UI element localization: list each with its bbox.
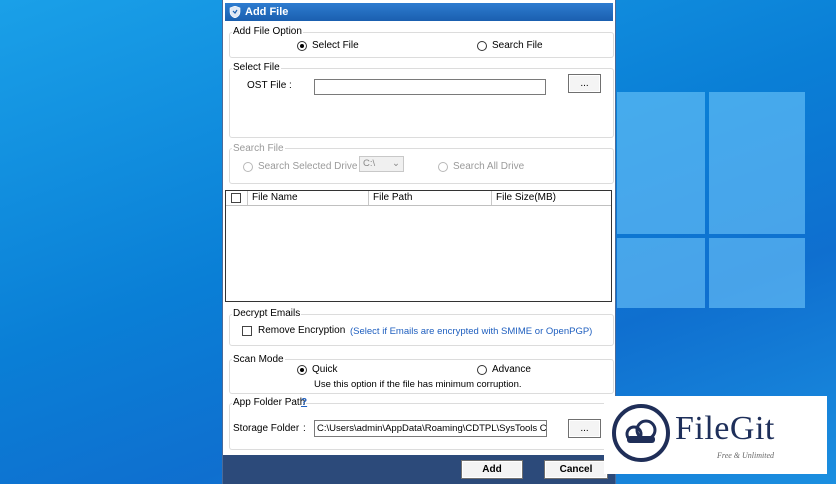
advance-scan-label: Advance: [492, 364, 531, 375]
decrypt-emails-label: Decrypt Emails: [232, 308, 302, 319]
decrypt-hint-text: (Select if Emails are encrypted with SMI…: [350, 326, 593, 337]
dialog-titlebar: Add File: [225, 3, 613, 21]
search-selected-drive-dot[interactable]: [243, 161, 253, 172]
select-file-radio-dot[interactable]: [297, 40, 307, 51]
filegit-tagline: Free & Unlimited: [717, 451, 775, 460]
remove-encryption-option[interactable]: Remove Encryption: [242, 325, 345, 336]
file-list-grid[interactable]: File Name File Path File Size(MB): [225, 190, 612, 302]
quick-scan-dot[interactable]: [297, 364, 307, 375]
add-file-dialog: Add File Add File Option Select File Sea…: [222, 0, 616, 484]
scan-mode-label: Scan Mode: [232, 354, 285, 365]
select-file-radio[interactable]: Select File: [297, 40, 359, 51]
search-all-drive-label: Search All Drive: [453, 161, 525, 172]
search-file-radio-dot[interactable]: [477, 40, 487, 51]
remove-encryption-checkbox[interactable]: [242, 325, 252, 336]
add-file-option-label: Add File Option: [232, 26, 303, 37]
quick-scan-label: Quick: [312, 364, 338, 375]
search-selected-drive-radio[interactable]: Search Selected Drive: [243, 161, 358, 172]
select-file-radio-label: Select File: [312, 40, 359, 51]
filegit-watermark: FileGit Free & Unlimited: [604, 396, 827, 474]
filegit-brand: FileGit: [675, 410, 775, 447]
storage-browse-button[interactable]: ...: [568, 419, 601, 438]
storage-folder-label: Storage Folder: [233, 423, 300, 434]
ost-file-input[interactable]: [314, 79, 546, 95]
search-file-group-label: Search File: [232, 143, 285, 154]
cloud-icon: [625, 419, 657, 443]
cancel-button[interactable]: Cancel: [544, 460, 608, 479]
storage-folder-input[interactable]: C:\Users\admin\AppData\Roaming\CDTPL\Sys…: [314, 420, 547, 437]
dialog-button-bar: Add Cancel: [223, 455, 615, 484]
app-folder-label: App Folder Path: [232, 397, 307, 408]
search-file-radio-label: Search File: [492, 40, 543, 51]
select-file-label: Select File: [232, 62, 281, 73]
add-button[interactable]: Add: [461, 460, 523, 479]
search-all-drive-radio[interactable]: Search All Drive: [438, 161, 524, 172]
select-all-cell: [226, 191, 248, 205]
select-all-checkbox[interactable]: [231, 193, 241, 203]
app-folder-help-link[interactable]: ?: [301, 397, 307, 408]
storage-folder-colon: :: [303, 423, 306, 434]
search-all-drive-dot[interactable]: [438, 161, 448, 172]
dialog-title: Add File: [245, 6, 289, 18]
app-shield-icon: [229, 6, 241, 18]
drive-select-value: C:\: [363, 158, 376, 169]
column-file-size[interactable]: File Size(MB): [492, 191, 611, 205]
filegit-logo: [612, 404, 670, 462]
file-list-header: File Name File Path File Size(MB): [226, 191, 611, 206]
drive-select[interactable]: C:\ ⌄: [359, 156, 404, 172]
scan-mode-note: Use this option if the file has minimum …: [314, 379, 522, 390]
desktop-windows-logo: [617, 92, 807, 308]
ost-file-label: OST File :: [247, 80, 292, 91]
advance-scan-radio[interactable]: Advance: [477, 364, 531, 375]
chevron-down-icon: ⌄: [392, 158, 400, 169]
search-file-radio[interactable]: Search File: [477, 40, 543, 51]
quick-scan-radio[interactable]: Quick: [297, 364, 338, 375]
column-file-name[interactable]: File Name: [248, 191, 369, 205]
ost-browse-button[interactable]: ...: [568, 74, 601, 93]
remove-encryption-label: Remove Encryption: [258, 325, 346, 336]
column-file-path[interactable]: File Path: [369, 191, 492, 205]
search-selected-drive-label: Search Selected Drive: [258, 161, 358, 172]
advance-scan-dot[interactable]: [477, 364, 487, 375]
